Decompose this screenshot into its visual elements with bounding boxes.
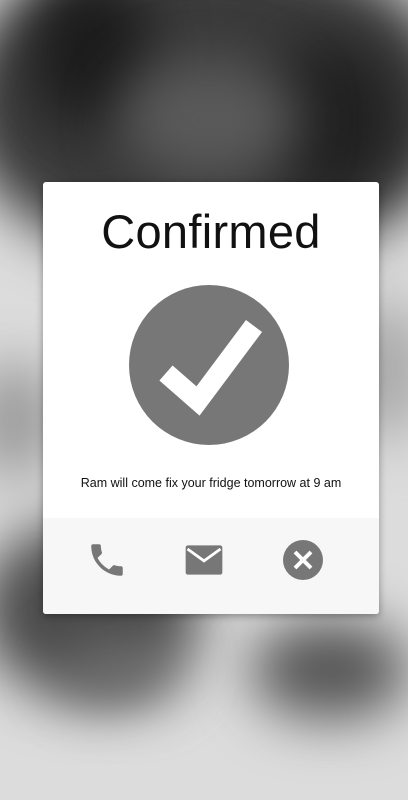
dialog-title: Confirmed xyxy=(101,205,321,258)
action-bar xyxy=(43,518,379,614)
phone-icon xyxy=(91,544,123,576)
mail-icon xyxy=(185,545,223,575)
email-button[interactable] xyxy=(182,538,226,582)
call-button[interactable] xyxy=(85,538,129,582)
confirmation-message: Ram will come fix your fridge tomorrow a… xyxy=(80,476,342,490)
close-button[interactable] xyxy=(281,538,325,582)
confirmation-dialog: Confirmed Ram will come fix your fridge … xyxy=(43,182,379,614)
check-circle-icon xyxy=(129,285,289,445)
close-icon xyxy=(283,540,323,580)
